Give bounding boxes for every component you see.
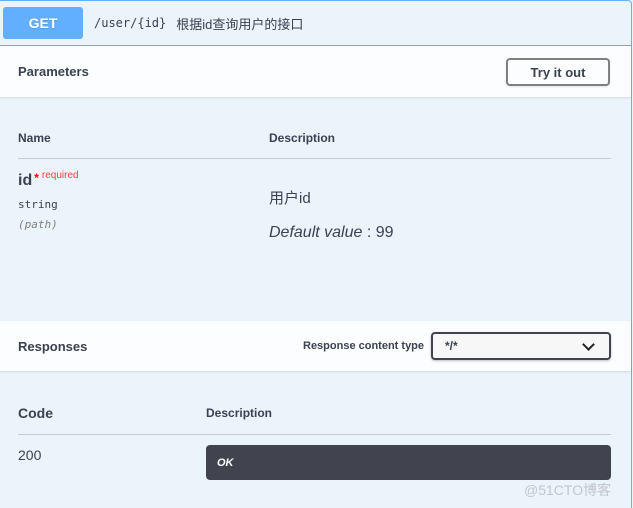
default-value-label: Default value (269, 224, 363, 241)
response-content-type-label: Response content type (303, 340, 425, 352)
response-code: 200 (18, 447, 42, 463)
http-method-badge: GET (3, 7, 83, 39)
response-header-divider (18, 434, 611, 435)
param-default-value: Default value : 99 (269, 224, 394, 242)
required-star: * (34, 171, 39, 185)
required-label: required (41, 170, 79, 181)
default-value-separator: : (362, 224, 376, 241)
operation-summary[interactable]: GET /user/{id} 根据id查询用户的接口 (0, 1, 631, 46)
response-column-code: Code (18, 405, 53, 421)
param-column-description: Description (269, 131, 336, 145)
param-description: 用户id (269, 190, 311, 207)
watermark: @51CTO博客 (524, 482, 612, 498)
param-name: id * required (18, 170, 79, 190)
response-content-type-select[interactable]: */* (431, 332, 611, 360)
response-description: OK (206, 445, 611, 480)
content-type-value: */* (445, 339, 458, 353)
response-description-text: OK (217, 456, 234, 469)
chevron-down-icon (582, 337, 595, 351)
param-location: (path) (18, 218, 58, 231)
param-column-name: Name (18, 131, 51, 145)
param-type: string (18, 198, 58, 211)
operation-summary-text: 根据id查询用户的接口 (176, 16, 304, 32)
parameters-header: Parameters Try it out (0, 46, 631, 97)
default-value: 99 (375, 224, 394, 241)
operation-path: /user/{id} (94, 16, 167, 30)
param-name-text: id (18, 172, 33, 189)
operation-block: GET /user/{id} 根据id查询用户的接口 Parameters Tr… (0, 0, 632, 508)
try-it-out-button[interactable]: Try it out (506, 58, 610, 86)
response-column-description: Description (206, 406, 273, 420)
parameters-title: Parameters (18, 64, 89, 79)
responses-title: Responses (18, 338, 88, 354)
param-header-divider (18, 158, 611, 159)
